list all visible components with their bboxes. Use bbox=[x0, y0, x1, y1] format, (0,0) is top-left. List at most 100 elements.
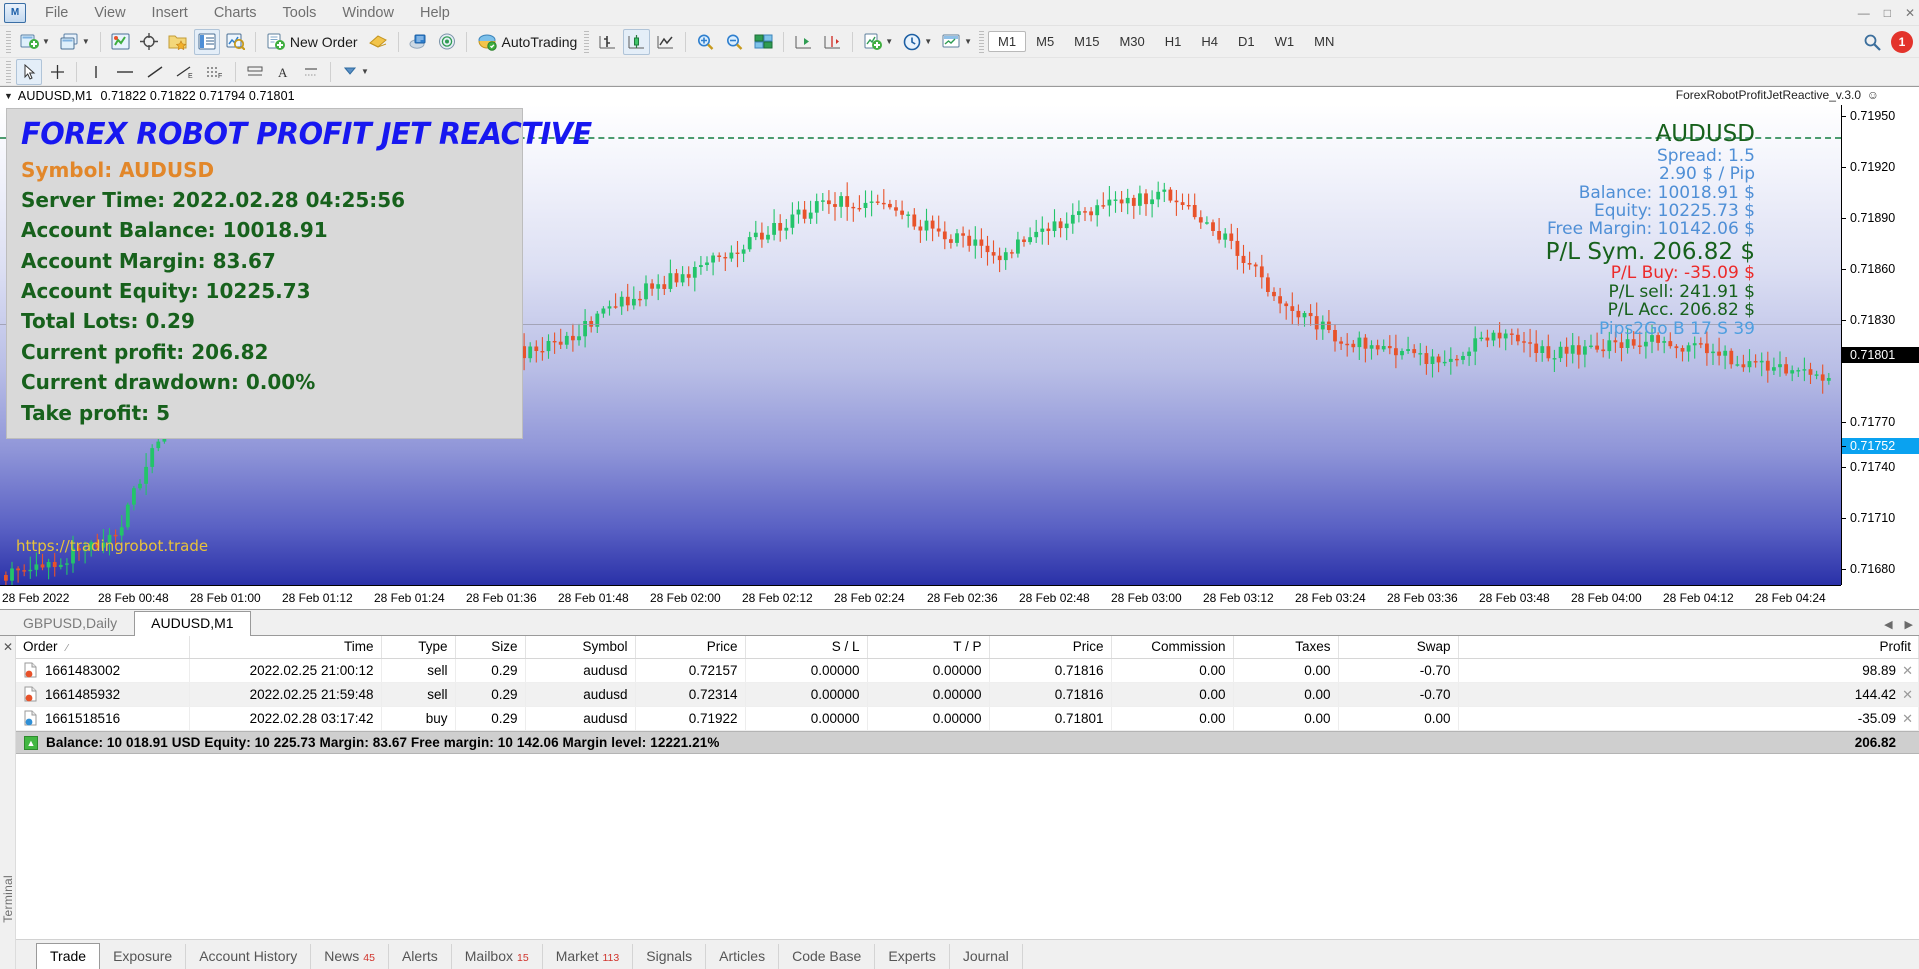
autotrading-button[interactable]: AutoTrading bbox=[473, 29, 582, 55]
data-folder-icon[interactable] bbox=[164, 29, 192, 55]
indicators-icon[interactable]: ▼ bbox=[859, 29, 897, 55]
terminal-tab-account-history[interactable]: Account History bbox=[186, 944, 312, 969]
terminal-tab-articles[interactable]: Articles bbox=[706, 944, 780, 969]
metaeditor-icon[interactable] bbox=[364, 29, 392, 55]
price-axis[interactable]: 0.71950 0.71920 0.71890 0.71860 0.71830 0.717… bbox=[1841, 105, 1919, 585]
terminal-tab-signals[interactable]: Signals bbox=[633, 944, 707, 969]
chevron-down-icon[interactable]: ▼ bbox=[82, 37, 90, 46]
navigator-icon[interactable] bbox=[193, 28, 220, 55]
horizontal-line-icon[interactable] bbox=[111, 59, 139, 85]
chart-tab-audusd-m1[interactable]: AUDUSD,M1 bbox=[134, 611, 251, 636]
shapes-icon[interactable]: ▼ bbox=[337, 59, 373, 85]
menu-item-help[interactable]: Help bbox=[407, 2, 463, 24]
column-header-commission[interactable]: Commission bbox=[1111, 636, 1234, 659]
chart-plot[interactable]: FOREX ROBOT PROFIT JET REACTIVE Symbol: … bbox=[0, 105, 1841, 585]
timeframe-m1[interactable]: M1 bbox=[988, 31, 1027, 52]
minimize-button[interactable]: — bbox=[1858, 6, 1870, 20]
menu-item-charts[interactable]: Charts bbox=[201, 2, 270, 24]
terminal-tab-mailbox[interactable]: Mailbox 15 bbox=[452, 944, 543, 969]
crosshair-icon[interactable] bbox=[44, 59, 70, 85]
scroll-right-icon[interactable]: ▶ bbox=[1905, 618, 1913, 631]
terminal-close-icon[interactable]: ✕ bbox=[3, 640, 13, 654]
search-icon[interactable] bbox=[1863, 33, 1881, 51]
toolbar-grip[interactable] bbox=[979, 30, 985, 53]
terminal-tab-alerts[interactable]: Alerts bbox=[389, 944, 452, 969]
chart-window-icon[interactable]: ▼ bbox=[56, 29, 94, 55]
chevron-down-icon[interactable]: ▼ bbox=[924, 37, 932, 46]
signals-icon[interactable] bbox=[434, 29, 460, 55]
column-header-type[interactable]: Type bbox=[381, 636, 456, 659]
toolbar-grip[interactable] bbox=[6, 60, 11, 83]
scroll-left-icon[interactable]: ◀ bbox=[1884, 618, 1892, 631]
timeframe-w1[interactable]: W1 bbox=[1265, 31, 1305, 52]
bar-chart-icon[interactable] bbox=[594, 29, 621, 55]
menu-item-view[interactable]: View bbox=[81, 2, 138, 24]
terminal-tab-code-base[interactable]: Code Base bbox=[779, 944, 876, 969]
chevron-down-icon[interactable]: ▼ bbox=[964, 37, 972, 46]
alert-badge[interactable]: 1 bbox=[1891, 30, 1913, 53]
auto-scroll-icon[interactable] bbox=[819, 29, 846, 55]
column-header-time[interactable]: Time bbox=[189, 636, 382, 659]
timeframe-h4[interactable]: H4 bbox=[1191, 31, 1228, 52]
chevron-down-icon[interactable]: ▼ bbox=[361, 67, 369, 76]
templates-icon[interactable]: ▼ bbox=[938, 29, 976, 55]
new-order-label[interactable]: New Order bbox=[290, 34, 358, 50]
toolbar-grip[interactable] bbox=[6, 30, 11, 53]
column-header-tp[interactable]: T / P bbox=[867, 636, 990, 659]
new-order-button[interactable]: New Order bbox=[262, 29, 362, 55]
column-header-order[interactable]: Order ⁄ bbox=[16, 636, 190, 659]
table-row[interactable]: 1661483002 2022.02.25 21:00:12 sell 0.29 aud… bbox=[16, 658, 1919, 683]
candlestick-icon[interactable] bbox=[623, 28, 651, 55]
column-header-size[interactable]: Size bbox=[455, 636, 526, 659]
timeframe-m15[interactable]: M15 bbox=[1064, 31, 1109, 52]
period-icon[interactable]: ▼ bbox=[899, 29, 936, 55]
strategy-tester-icon[interactable] bbox=[222, 29, 249, 55]
menu-item-insert[interactable]: Insert bbox=[139, 2, 201, 24]
close-button[interactable]: ✕ bbox=[1905, 6, 1915, 20]
fibonacci-icon[interactable]: F bbox=[201, 59, 229, 85]
zoom-out-icon[interactable] bbox=[721, 29, 748, 55]
autotrading-label[interactable]: AutoTrading bbox=[502, 34, 578, 50]
chevron-down-icon[interactable]: ▼ bbox=[885, 37, 893, 46]
menu-item-tools[interactable]: Tools bbox=[270, 2, 330, 24]
column-header-open-price[interactable]: Price bbox=[635, 636, 746, 659]
terminal-tab-trade[interactable]: Trade bbox=[36, 943, 101, 969]
column-header-profit[interactable]: Profit bbox=[1458, 636, 1919, 659]
trendline-icon[interactable] bbox=[141, 59, 169, 85]
terminal-tab-market[interactable]: Market 113 bbox=[543, 944, 634, 969]
column-header-swap[interactable]: Swap bbox=[1338, 636, 1459, 659]
tile-windows-icon[interactable] bbox=[750, 29, 777, 55]
timeframe-d1[interactable]: D1 bbox=[1228, 31, 1265, 52]
toolbar-grip[interactable] bbox=[584, 30, 590, 53]
menu-item-file[interactable]: File bbox=[32, 2, 81, 24]
menu-item-window[interactable]: Window bbox=[329, 2, 407, 24]
cursor-icon[interactable] bbox=[16, 58, 42, 85]
equidistant-channel-icon[interactable]: E bbox=[171, 59, 199, 85]
crosshair-icon[interactable] bbox=[136, 29, 162, 55]
table-row[interactable]: 1661518516 2022.02.28 03:17:42 buy 0.29 audu… bbox=[16, 706, 1919, 731]
timeframe-m30[interactable]: M30 bbox=[1109, 31, 1154, 52]
column-header-taxes[interactable]: Taxes bbox=[1233, 636, 1339, 659]
line-chart-icon[interactable] bbox=[652, 29, 679, 55]
terminal-tab-journal[interactable]: Journal bbox=[950, 944, 1023, 969]
column-header-close-price[interactable]: Price bbox=[989, 636, 1112, 659]
vertical-line-icon[interactable] bbox=[83, 59, 109, 85]
mql5-community-icon[interactable] bbox=[405, 29, 432, 55]
market-watch-icon[interactable] bbox=[107, 29, 134, 55]
terminal-tab-exposure[interactable]: Exposure bbox=[100, 944, 187, 969]
table-row[interactable]: 1661485932 2022.02.25 21:59:48 sell 0.29 aud… bbox=[16, 682, 1919, 707]
timeframe-m5[interactable]: M5 bbox=[1026, 31, 1064, 52]
text-label-icon[interactable] bbox=[242, 59, 268, 85]
close-order-icon[interactable]: ✕ bbox=[1902, 687, 1913, 703]
column-header-sl[interactable]: S / L bbox=[745, 636, 868, 659]
time-axis[interactable]: 28 Feb 2022 28 Feb 00:48 28 Feb 01:00 28 Fe… bbox=[0, 585, 1841, 609]
new-chart-icon[interactable]: ▼ bbox=[16, 29, 54, 55]
timeframe-mn[interactable]: MN bbox=[1304, 31, 1344, 52]
timeframe-h1[interactable]: H1 bbox=[1155, 31, 1192, 52]
chart-area[interactable]: ▼ AUDUSD,M1 0.71822 0.71822 0.71794 0.71… bbox=[0, 86, 1919, 610]
draw-objects-icon[interactable] bbox=[298, 59, 324, 85]
zoom-in-icon[interactable] bbox=[692, 29, 719, 55]
close-order-icon[interactable]: ✕ bbox=[1902, 711, 1913, 727]
column-header-symbol[interactable]: Symbol bbox=[525, 636, 636, 659]
chart-shift-icon[interactable] bbox=[790, 29, 817, 55]
